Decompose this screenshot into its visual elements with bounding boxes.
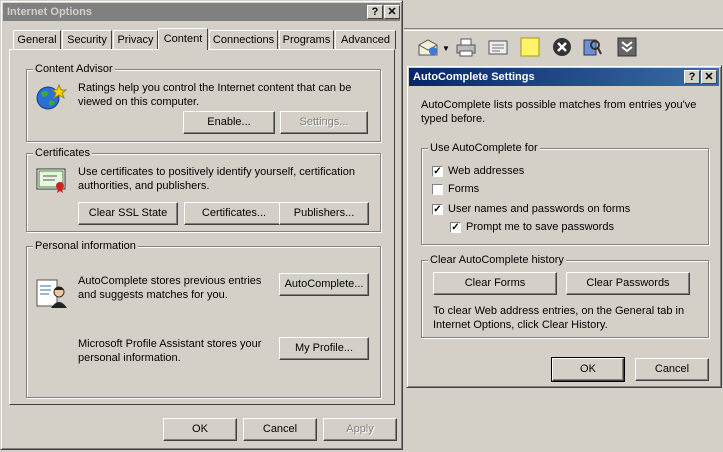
- internet-options-dialog: Internet Options ? ✕ General Security Pr…: [0, 0, 403, 450]
- web-addresses-checkbox[interactable]: ✓: [432, 166, 443, 177]
- globe-icon: [35, 83, 69, 114]
- person-card-icon: [35, 278, 69, 313]
- ac-help-button[interactable]: ?: [684, 70, 700, 84]
- my-profile-button[interactable]: My Profile...: [279, 337, 369, 360]
- enable-button[interactable]: Enable...: [183, 111, 275, 134]
- close-button[interactable]: ✕: [384, 5, 400, 19]
- clear-passwords-button[interactable]: Clear Passwords: [566, 272, 690, 295]
- certificates-text: Use certificates to positively identify …: [78, 166, 355, 192]
- use-autocomplete-label: Use AutoComplete for: [428, 141, 540, 155]
- tab-connections[interactable]: Connections: [209, 30, 278, 49]
- clear-ssl-state-button[interactable]: Clear SSL State: [78, 202, 178, 225]
- certificates-label: Certificates: [33, 146, 93, 160]
- autocomplete-intro: AutoComplete lists possible matches from…: [421, 99, 697, 125]
- content-advisor-label: Content Advisor: [33, 62, 115, 76]
- autocomplete-settings-dialog: AutoComplete Settings ? ✕ AutoComplete l…: [406, 65, 722, 388]
- edit-icon[interactable]: [486, 35, 510, 59]
- tab-security[interactable]: Security: [62, 30, 112, 49]
- personal-information-group: Personal information: [26, 239, 381, 398]
- certificate-icon: [35, 166, 69, 197]
- clear-forms-button[interactable]: Clear Forms: [433, 272, 557, 295]
- settings-button[interactable]: Settings...: [280, 111, 368, 134]
- help-button[interactable]: ?: [367, 5, 383, 19]
- autocomplete-titlebar: AutoComplete Settings: [409, 68, 719, 86]
- user-names-label: User names and passwords on forms: [448, 203, 631, 215]
- tab-general[interactable]: General: [13, 30, 61, 49]
- autocomplete-button[interactable]: AutoComplete...: [279, 273, 369, 296]
- background-window-title: [404, 0, 723, 29]
- publishers-button[interactable]: Publishers...: [279, 202, 369, 225]
- ok-button[interactable]: OK: [163, 418, 237, 441]
- autocomplete-text: AutoComplete stores previous entries and…: [78, 275, 262, 301]
- prompt-save-passwords-checkbox[interactable]: ✓: [450, 222, 461, 233]
- tab-programs[interactable]: Programs: [279, 30, 334, 49]
- ac-close-button[interactable]: ✕: [701, 70, 717, 84]
- clear-history-note: To clear Web address entries, on the Gen…: [433, 305, 685, 331]
- tab-advanced[interactable]: Advanced: [335, 30, 396, 49]
- chevron-down-icon[interactable]: ▼: [442, 44, 450, 53]
- prompt-save-passwords-label: Prompt me to save passwords: [466, 221, 614, 233]
- personal-information-label: Personal information: [33, 239, 138, 253]
- ac-cancel-button[interactable]: Cancel: [635, 358, 709, 381]
- internet-options-titlebar: Internet Options: [3, 3, 400, 21]
- mail-icon[interactable]: [416, 35, 440, 59]
- profile-assistant-text: Microsoft Profile Assistant stores your …: [78, 338, 262, 364]
- content-advisor-text: Ratings help you control the Internet co…: [78, 82, 352, 108]
- print-icon[interactable]: [454, 35, 478, 59]
- cancel-button[interactable]: Cancel: [243, 418, 317, 441]
- user-names-checkbox[interactable]: ✓: [432, 204, 443, 215]
- tab-privacy[interactable]: Privacy: [113, 30, 158, 49]
- note-icon[interactable]: [518, 35, 542, 59]
- tab-content[interactable]: Content: [158, 28, 208, 50]
- autocomplete-title: AutoComplete Settings: [413, 71, 535, 83]
- certificates-button[interactable]: Certificates...: [184, 202, 284, 225]
- apply-button[interactable]: Apply: [323, 418, 397, 441]
- web-addresses-label: Web addresses: [448, 165, 525, 177]
- forms-label: Forms: [448, 183, 480, 195]
- internet-options-title: Internet Options: [7, 6, 92, 18]
- ac-ok-button[interactable]: OK: [551, 357, 625, 382]
- forms-checkbox[interactable]: [432, 184, 443, 195]
- research-icon[interactable]: [580, 35, 604, 59]
- clear-history-label: Clear AutoComplete history: [428, 253, 566, 267]
- stop-icon[interactable]: [550, 35, 574, 59]
- expand-icon[interactable]: [615, 35, 639, 59]
